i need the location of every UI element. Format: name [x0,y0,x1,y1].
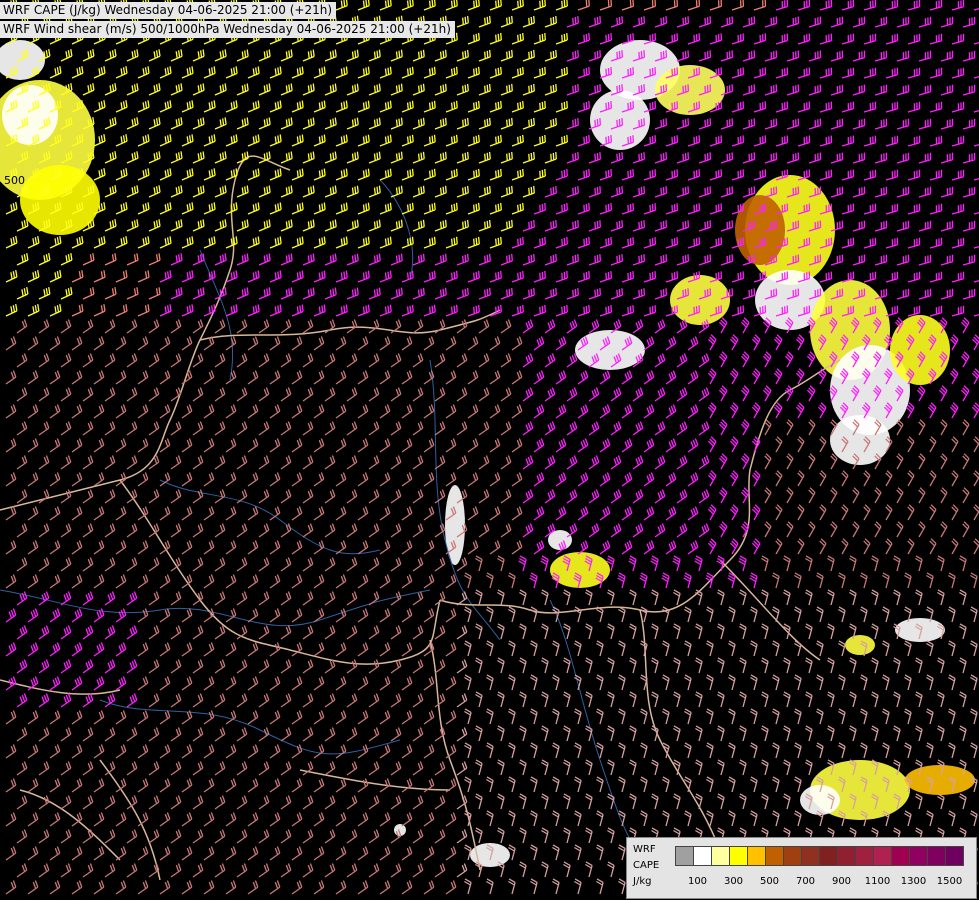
cape-area [845,635,875,655]
legend-swatch [927,846,946,866]
legend-swatch [675,846,694,866]
legend-tick-label: 500 [759,876,780,887]
legend-swatch [909,846,928,866]
legend-swatch [729,846,748,866]
weather-map: 500 [0,0,979,900]
legend-swatch [945,846,964,866]
legend-tick-label: 1500 [936,876,963,887]
legend-model: WRF [633,844,656,855]
cape-area [830,415,890,465]
legend-swatch [855,846,874,866]
legend-swatch [801,846,820,866]
legend-swatch [837,846,856,866]
cape-area [670,275,730,325]
cape-contour-label: 500 [4,174,25,187]
legend-swatch [873,846,892,866]
legend-swatch [765,846,784,866]
legend-swatch [747,846,766,866]
map-title-wind-shear: WRF Wind shear (m/s) 500/1000hPa Wednesd… [0,21,455,38]
legend-swatch [819,846,838,866]
cape-area [895,618,945,642]
legend-tick-label: 1100 [864,876,891,887]
cape-area [2,85,58,145]
legend-tick-label: 300 [723,876,744,887]
legend-swatch [693,846,712,866]
legend-tick-label: 900 [831,876,852,887]
cape-legend: WRF CAPE J/kg 100 300 500 700 900 1100 1300 150… [626,837,977,899]
legend-tick-label: 1300 [900,876,927,887]
legend-swatch [891,846,910,866]
legend-tick-label: 100 [687,876,708,887]
legend-tick-label: 700 [795,876,816,887]
legend-swatch [711,846,730,866]
cape-area [575,330,645,370]
legend-unit: J/kg [633,876,652,887]
map-title-cape: WRF CAPE (J/kg) Wednesday 04-06-2025 21:… [0,2,336,19]
cape-area [655,65,725,115]
legend-swatch [783,846,802,866]
legend-field: CAPE [633,860,660,871]
